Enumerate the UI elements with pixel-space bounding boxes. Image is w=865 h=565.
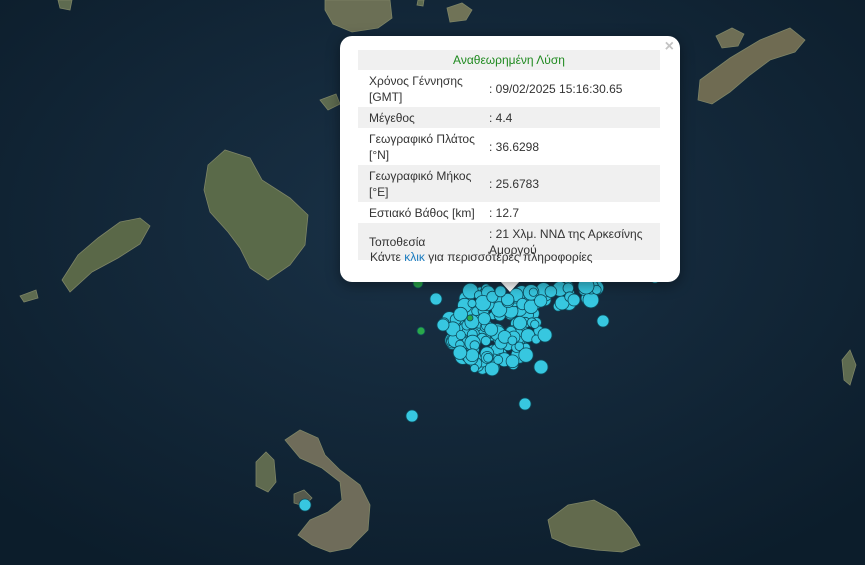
info-label: Εστιακό Βάθος [km] bbox=[369, 206, 475, 220]
earthquake-marker[interactable] bbox=[533, 359, 549, 375]
info-row: Χρόνος Γέννησης [GMT] : 09/02/2025 15:16:… bbox=[358, 70, 660, 107]
earthquake-marker[interactable] bbox=[453, 306, 468, 322]
info-row: Εστιακό Βάθος [km] : 12.7 bbox=[358, 202, 660, 223]
footer-prefix: Κάντε bbox=[370, 250, 401, 264]
islet-north-small bbox=[416, 0, 425, 7]
earthquake-marker[interactable] bbox=[518, 347, 534, 363]
more-info-link[interactable]: κλικ bbox=[404, 250, 425, 264]
info-value: : 09/02/2025 15:16:30.65 bbox=[488, 82, 623, 96]
earthquake-marker[interactable] bbox=[483, 352, 494, 363]
earthquake-marker[interactable] bbox=[493, 354, 504, 365]
close-icon[interactable]: × bbox=[665, 39, 674, 55]
info-label: Χρόνος Γέννησης [GMT] bbox=[369, 74, 463, 104]
earthquake-marker[interactable] bbox=[505, 354, 520, 369]
earthquake-marker[interactable] bbox=[298, 498, 312, 512]
info-value: : 25.6783 bbox=[484, 165, 660, 202]
info-value: : 36.6298 bbox=[488, 140, 540, 154]
footer-suffix: για περισσότερες πληροφορίες bbox=[428, 250, 593, 264]
earthquake-marker[interactable] bbox=[455, 330, 466, 341]
earthquake-marker[interactable] bbox=[467, 298, 477, 308]
info-label: Γεωγραφικό Μήκος [°E] bbox=[358, 165, 485, 202]
earthquake-marker[interactable] bbox=[469, 363, 479, 373]
info-value: : 12.7 bbox=[488, 206, 520, 220]
earthquake-marker[interactable] bbox=[477, 312, 491, 326]
earthquake-marker[interactable] bbox=[465, 348, 480, 363]
earthquake-marker[interactable] bbox=[429, 292, 443, 306]
popup-footer: Κάντε κλικ για περισσότερες πληροφορίες bbox=[370, 250, 593, 264]
earthquake-info-popup: × Αναθεωρημένη Λύση Χρόνος Γέννησης [GMT… bbox=[340, 36, 680, 282]
earthquake-marker[interactable] bbox=[466, 314, 474, 322]
earthquake-info-table: Αναθεωρημένη Λύση Χρόνος Γέννησης [GMT]:… bbox=[358, 50, 660, 260]
earthquake-marker[interactable] bbox=[480, 335, 491, 346]
earthquake-marker[interactable] bbox=[596, 314, 610, 328]
earthquake-marker[interactable] bbox=[507, 335, 518, 346]
info-value: : 4.4 bbox=[484, 107, 660, 128]
earthquake-marker[interactable] bbox=[512, 315, 528, 331]
info-row: Μέγεθος: 4.4 bbox=[358, 107, 660, 128]
info-label: Γεωγραφικό Πλάτος [°N] bbox=[369, 132, 475, 162]
earthquake-marker[interactable] bbox=[537, 327, 553, 343]
popup-pointer bbox=[500, 281, 520, 292]
earthquake-marker[interactable] bbox=[484, 322, 499, 337]
earthquake-marker[interactable] bbox=[544, 285, 558, 298]
info-row: Γεωγραφικό Πλάτος [°N] : 36.6298 bbox=[358, 128, 660, 165]
earthquake-marker[interactable] bbox=[518, 397, 532, 411]
info-label: Μέγεθος bbox=[358, 107, 485, 128]
earthquake-marker[interactable] bbox=[452, 345, 468, 360]
earthquake-marker[interactable] bbox=[436, 318, 450, 332]
info-row: Γεωγραφικό Μήκος [°E]: 25.6783 bbox=[358, 165, 660, 202]
earthquake-marker[interactable] bbox=[530, 319, 540, 329]
earthquake-marker[interactable] bbox=[567, 293, 581, 307]
earthquake-marker[interactable] bbox=[405, 409, 419, 423]
earthquake-marker[interactable] bbox=[416, 326, 426, 336]
earthquake-marker[interactable] bbox=[534, 294, 548, 308]
earthquake-marker[interactable] bbox=[528, 287, 539, 297]
popup-title: Αναθεωρημένη Λύση bbox=[358, 50, 660, 70]
